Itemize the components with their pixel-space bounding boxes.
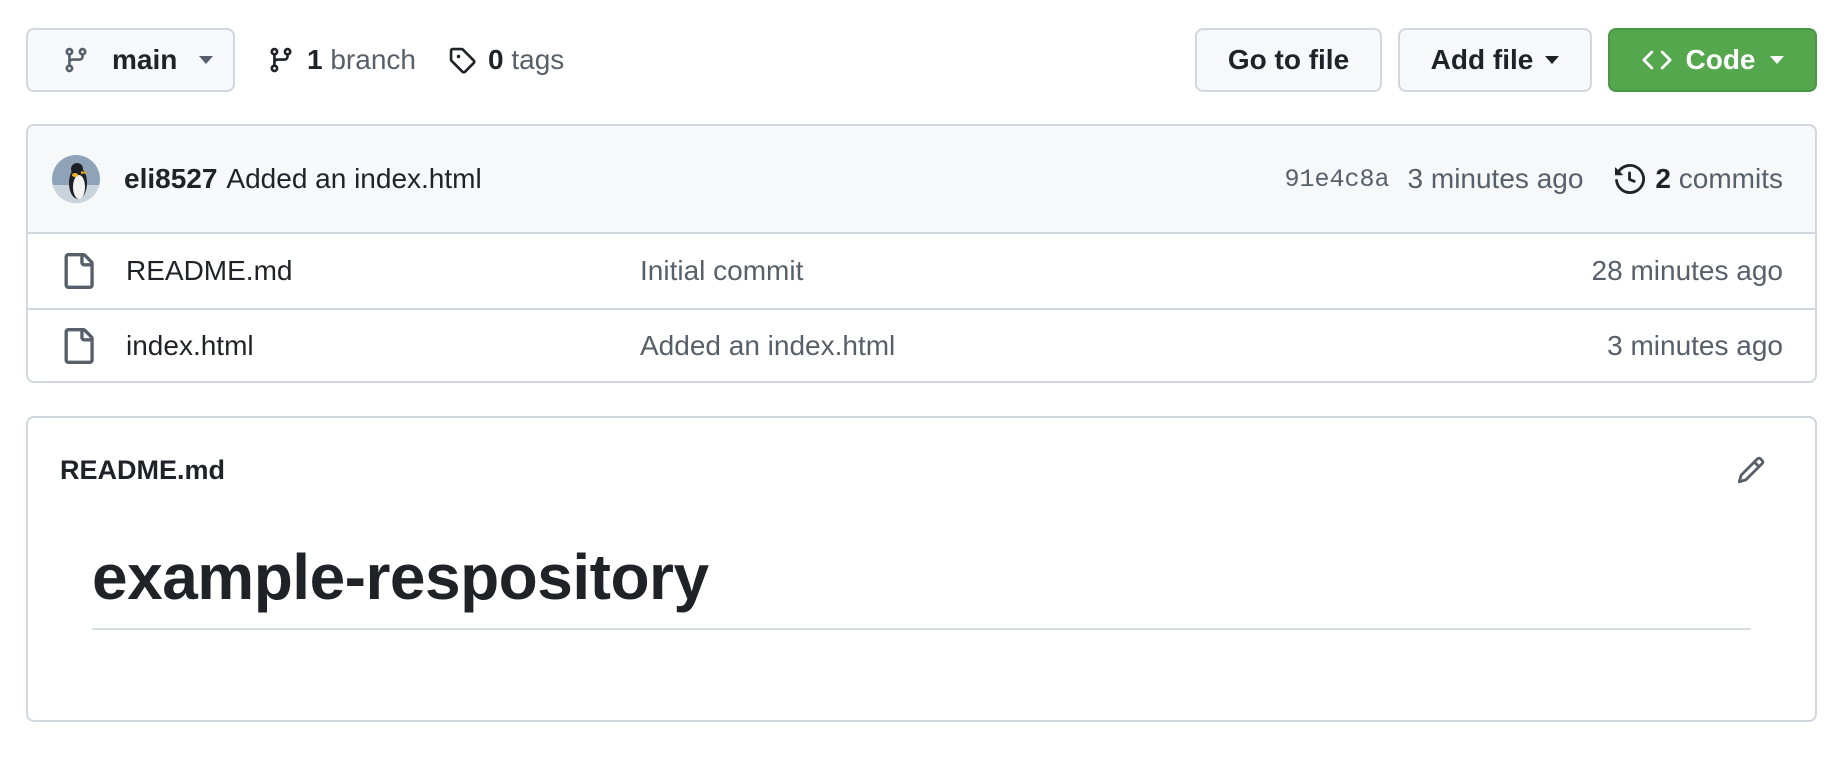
tag-count: 0 — [487, 44, 504, 75]
add-file-button[interactable]: Add file — [1398, 28, 1592, 92]
branch-label: branch — [330, 44, 416, 75]
file-commit-time: 28 minutes ago — [1591, 255, 1783, 286]
penguin-avatar-image — [52, 155, 100, 203]
chevron-down-icon — [1545, 56, 1560, 64]
file-row[interactable]: README.md Initial commit 28 minutes ago — [28, 234, 1815, 308]
readme-panel: README.md example-respository — [26, 416, 1817, 722]
code-button[interactable]: Code — [1608, 28, 1817, 92]
branches-link[interactable]: 1 branch — [267, 44, 416, 76]
commit-author[interactable]: eli8527 — [124, 163, 217, 195]
go-to-file-label: Go to file — [1227, 44, 1350, 75]
commit-hash[interactable]: 91e4c8a — [1284, 165, 1389, 194]
code-icon — [1641, 50, 1672, 70]
readme-heading: example-respository — [92, 542, 1751, 631]
readme-filename[interactable]: README.md — [60, 455, 225, 486]
latest-commit-bar: eli8527 Added an index.html 91e4c8a 3 mi… — [28, 126, 1815, 234]
avatar[interactable] — [52, 155, 100, 203]
readme-content: example-respository — [28, 522, 1815, 631]
tags-link[interactable]: 0 tags — [448, 44, 564, 76]
branch-count: 1 — [307, 44, 323, 75]
file-name[interactable]: README.md — [126, 255, 640, 287]
file-name[interactable]: index.html — [126, 330, 640, 362]
repository-page: main 1 branch 0 tags Go to file Add file… — [0, 0, 1844, 760]
tag-icon — [449, 47, 476, 74]
commit-count-label: commits — [1678, 163, 1783, 194]
git-branch-icon — [65, 47, 87, 73]
branch-selector-button[interactable]: main — [26, 28, 235, 92]
git-branch-icon — [270, 47, 292, 73]
chevron-down-icon — [199, 56, 214, 64]
file-row[interactable]: index.html Added an index.html 3 minutes… — [28, 308, 1815, 381]
add-file-label: Add file — [1430, 44, 1534, 75]
history-icon — [1615, 164, 1646, 194]
commit-message[interactable]: Added an index.html — [226, 163, 481, 195]
commit-history-link[interactable]: 2 commits — [1615, 163, 1783, 195]
readme-header: README.md — [28, 418, 1815, 522]
repo-toolbar: main 1 branch 0 tags Go to file Add file… — [26, 28, 1817, 92]
file-commit-time: 3 minutes ago — [1607, 330, 1783, 361]
commit-time: 3 minutes ago — [1407, 163, 1584, 194]
tag-label: tags — [511, 44, 565, 75]
edit-readme-button[interactable] — [1733, 452, 1769, 488]
file-icon — [64, 253, 94, 289]
code-label: Code — [1685, 44, 1756, 75]
file-commit-message[interactable]: Initial commit — [640, 255, 803, 287]
file-icon — [64, 328, 94, 364]
branch-name: main — [112, 44, 178, 75]
go-to-file-button[interactable]: Go to file — [1195, 28, 1382, 92]
file-commit-message[interactable]: Added an index.html — [640, 330, 895, 362]
commit-count: 2 — [1655, 163, 1671, 194]
file-browser: eli8527 Added an index.html 91e4c8a 3 mi… — [26, 124, 1817, 383]
pencil-icon — [1737, 456, 1765, 484]
chevron-down-icon — [1769, 56, 1784, 64]
